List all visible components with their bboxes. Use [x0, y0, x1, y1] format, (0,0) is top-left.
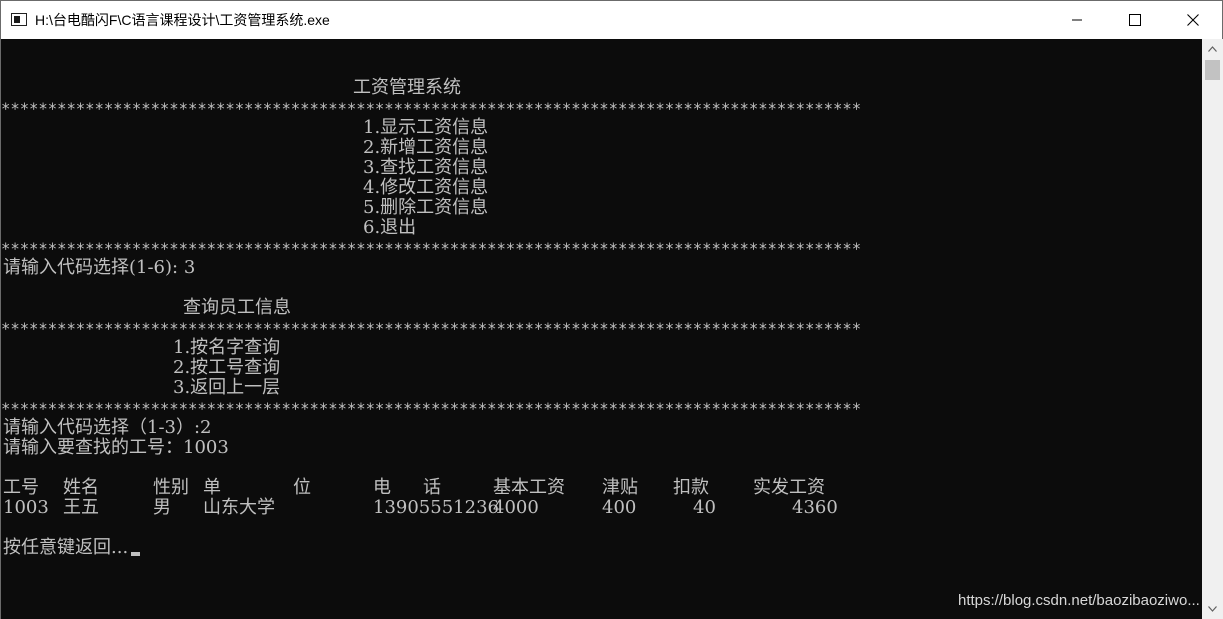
header-phone-2: 话: [423, 477, 441, 498]
separator-line: ****************************************…: [1, 400, 862, 418]
prompt-main-choice: 请输入代码选择(1-6): 3: [3, 257, 196, 278]
cell-name: 王五: [63, 497, 99, 518]
minimize-button[interactable]: [1048, 1, 1106, 39]
menu-item-search: 3.查找工资信息: [363, 157, 489, 178]
menu-item-display: 1.显示工资信息: [363, 117, 489, 138]
chevron-up-icon: [1208, 46, 1217, 52]
scroll-thumb[interactable]: [1205, 60, 1220, 80]
header-net-salary: 实发工资: [753, 477, 825, 498]
cell-unit: 山东大学: [203, 497, 275, 518]
header-deduction: 扣款: [673, 477, 709, 498]
menu-item-add: 2.新增工资信息: [363, 137, 489, 158]
minimize-icon: [1072, 19, 1082, 21]
prompt-return: 按任意键返回...: [3, 537, 129, 558]
watermark-text: https://blog.csdn.net/baozibaoziwo...: [958, 592, 1200, 609]
sub-menu-by-name: 1.按名字查询: [173, 337, 281, 358]
separator-line: ****************************************…: [1, 240, 862, 258]
cell-phone: 13905551236: [373, 497, 499, 518]
cell-allowance: 400: [602, 497, 637, 518]
text-cursor: [131, 552, 141, 556]
header-unit-1: 单: [203, 477, 221, 498]
chevron-down-icon: [1208, 606, 1217, 612]
separator-line: ****************************************…: [1, 320, 862, 338]
window-title: H:\台电酷闪F\C语言课程设计\工资管理系统.exe: [35, 12, 330, 28]
prompt-return-line: 按任意键返回...: [3, 537, 141, 558]
header-phone-1: 电: [373, 477, 391, 498]
cell-deduction: 40: [693, 497, 716, 518]
console-window: H:\台电酷闪F\C语言课程设计\工资管理系统.exe 工资管理系统 *****…: [0, 0, 1223, 619]
menu-item-modify: 4.修改工资信息: [363, 177, 489, 198]
scroll-down-button[interactable]: [1202, 599, 1223, 619]
cell-base-salary: 4000: [493, 497, 539, 518]
sub-menu-back: 3.返回上一层: [173, 377, 281, 398]
header-gender: 性别: [153, 477, 189, 498]
header-base-salary: 基本工资: [493, 477, 565, 498]
header-name: 姓名: [63, 477, 99, 498]
header-allowance: 津贴: [602, 477, 638, 498]
header-unit-2: 位: [293, 477, 311, 498]
sub-menu-by-id: 2.按工号查询: [173, 357, 281, 378]
table-header-row: 工号 姓名 性别 单 位 电 话 基本工资 津贴 扣款 实发工资: [1, 478, 901, 498]
vertical-scrollbar[interactable]: [1202, 39, 1223, 619]
prompt-employee-id: 请输入要查找的工号：1003: [3, 437, 229, 458]
console-output[interactable]: 工资管理系统 *********************************…: [1, 39, 1202, 619]
prompt-sub-choice: 请输入代码选择（1-3）:2: [3, 417, 212, 438]
main-title: 工资管理系统: [353, 77, 461, 98]
menu-item-exit: 6.退出: [363, 217, 417, 238]
close-icon: [1187, 14, 1199, 26]
table-row: 1003 王五 男 山东大学 13905551236 4000 400 40 4…: [1, 498, 901, 518]
close-button[interactable]: [1164, 1, 1222, 39]
console-app-icon: [11, 13, 27, 26]
separator-line: ****************************************…: [1, 100, 862, 118]
sub-title: 查询员工信息: [183, 297, 291, 318]
cell-gender: 男: [153, 497, 171, 518]
title-bar[interactable]: H:\台电酷闪F\C语言课程设计\工资管理系统.exe: [1, 1, 1222, 39]
menu-item-delete: 5.删除工资信息: [363, 197, 489, 218]
header-id: 工号: [3, 477, 39, 498]
maximize-icon: [1129, 14, 1141, 26]
scroll-up-button[interactable]: [1202, 39, 1223, 59]
cell-net-salary: 4360: [792, 497, 838, 518]
cell-id: 1003: [3, 497, 49, 518]
maximize-button[interactable]: [1106, 1, 1164, 39]
